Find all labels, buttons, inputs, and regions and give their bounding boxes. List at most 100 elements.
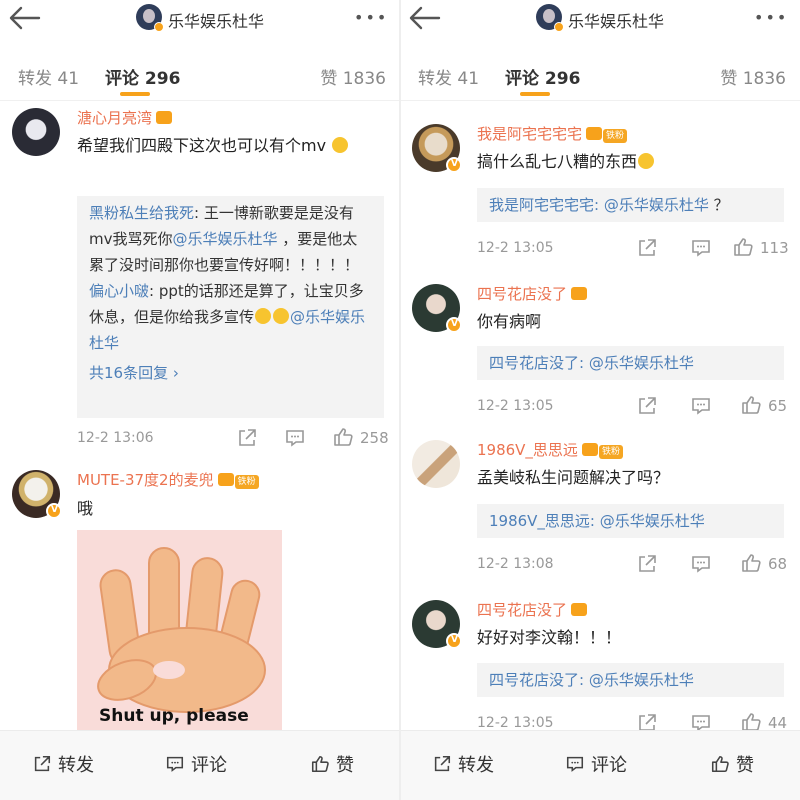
avatar[interactable] (412, 440, 460, 488)
left-screen: 乐华娱乐杜华 ••• 转发 41 评论 296 赞 1836 溏心月亮湾 希望我… (0, 0, 400, 800)
share-icon[interactable] (636, 237, 658, 259)
reply-1[interactable]: 黑粉私生给我死: 王一博新歌要是是没有mv我骂死你@乐华娱乐杜华 ，要是他太累了… (89, 200, 372, 278)
username-text[interactable]: MUTE-37度2的麦兜 (77, 471, 214, 489)
comment-icon[interactable] (284, 427, 306, 449)
repost-label: 转发 (58, 755, 94, 776)
comment-icon[interactable] (690, 395, 712, 417)
tab-likes[interactable]: 赞 1836 (720, 64, 786, 89)
verified-badge-icon (446, 633, 462, 649)
comment-text: 你有病啊 (477, 312, 542, 331)
smile-emoji-icon (273, 308, 290, 324)
comment-username[interactable]: MUTE-37度2的麦兜 铁粉 (77, 469, 259, 490)
repost-button[interactable]: 转发 (32, 751, 94, 777)
like-count: 113 (760, 239, 789, 257)
share-icon[interactable] (236, 427, 258, 449)
quote-mention[interactable]: @乐华娱乐杜华 (589, 671, 694, 689)
ok-hand-icon (97, 547, 266, 713)
comment-username[interactable]: 四号花店没了 (477, 283, 588, 304)
comment-label: 评论 (191, 755, 227, 776)
like-icon (711, 755, 729, 773)
header-title[interactable]: 乐华娱乐杜华 (168, 8, 264, 32)
like-count: 68 (768, 555, 788, 573)
quote-box[interactable]: 四号花店没了: @乐华娱乐杜华 (477, 346, 784, 380)
like-icon (311, 755, 329, 773)
tab-comments[interactable]: 评论 296 (105, 64, 180, 89)
comment-icon[interactable] (690, 553, 712, 575)
like-icon[interactable] (732, 236, 754, 258)
comment-button[interactable]: 评论 (565, 751, 627, 777)
crown-icon (571, 603, 588, 616)
username-text[interactable]: 四号花店没了 (477, 285, 567, 303)
like-button[interactable]: 赞 (310, 751, 354, 777)
comment-username[interactable]: 四号花店没了 (477, 599, 588, 620)
quote-box[interactable]: 我是阿宅宅宅宅: @乐华娱乐杜华 ？ (477, 188, 784, 222)
reply-username[interactable]: 黑粉私生给我死 (89, 204, 194, 222)
crown-icon (156, 111, 173, 124)
back-arrow-icon[interactable] (8, 5, 42, 31)
panel-divider (399, 0, 401, 800)
smile-emoji-icon (255, 308, 272, 324)
like-button[interactable]: 赞 (710, 751, 754, 777)
quote-username[interactable]: 我是阿宅宅宅宅: (489, 196, 599, 214)
comment-icon[interactable] (690, 237, 712, 259)
sticker-caption: Shut up, please (99, 706, 249, 726)
bottom-action-bar: 转发 评论 赞 (400, 730, 800, 800)
fan-badge: 铁粉 (598, 445, 623, 459)
crown-icon (581, 443, 598, 456)
comment-time: 12-2 13:05 (477, 715, 554, 731)
more-icon[interactable]: ••• (354, 8, 388, 27)
header-title[interactable]: 乐华娱乐杜华 (568, 8, 664, 32)
like-icon[interactable] (740, 394, 762, 416)
like-label: 赞 (336, 755, 354, 776)
quote-mention[interactable]: @乐华娱乐杜华 (589, 354, 694, 372)
share-icon[interactable] (636, 553, 658, 575)
quote-mention[interactable]: @乐华娱乐杜华 (600, 512, 705, 530)
reply-2[interactable]: 偏心小啵: ppt的话那还是算了，让宝贝多休息，但是你给我多宣传 @乐华娱乐杜华 (89, 278, 372, 356)
sticker-image[interactable]: Shut up, please (77, 530, 282, 735)
repost-button[interactable]: 转发 (432, 751, 494, 777)
comment-username[interactable]: 我是阿宅宅宅宅 铁粉 (477, 123, 628, 144)
tab-comments[interactable]: 评论 296 (505, 64, 580, 89)
more-icon[interactable]: ••• (754, 8, 788, 27)
avatar[interactable] (12, 108, 60, 156)
comment-username[interactable]: 1986V_思思远 铁粉 (477, 439, 623, 460)
share-icon[interactable] (636, 395, 658, 417)
like-icon[interactable] (332, 426, 354, 448)
like-icon[interactable] (740, 552, 762, 574)
comment-button[interactable]: 评论 (165, 751, 227, 777)
quote-username[interactable]: 四号花店没了: (489, 671, 584, 689)
tab-likes[interactable]: 赞 1836 (320, 64, 386, 89)
username-text[interactable]: 1986V_思思远 (477, 441, 578, 459)
tab-bar: 转发 41 评论 296 赞 1836 (400, 50, 800, 98)
comment-time: 12-2 13:06 (77, 430, 154, 446)
crown-icon (571, 287, 588, 300)
username-text[interactable]: 我是阿宅宅宅宅 (477, 125, 582, 143)
tab-reposts[interactable]: 转发 41 (418, 64, 479, 89)
comment-text-content: 搞什么乱七八糟的东西 (477, 152, 638, 171)
quote-username[interactable]: 1986V_思思远: (489, 512, 595, 530)
quote-username[interactable]: 四号花店没了: (489, 354, 584, 372)
crown-icon (586, 127, 603, 140)
like-count: 65 (768, 397, 788, 415)
more-replies-link[interactable]: 共16条回复 › (89, 360, 372, 386)
quote-mention[interactable]: @乐华娱乐杜华 (604, 196, 709, 214)
tab-reposts[interactable]: 转发 41 (18, 64, 79, 89)
top-bar: 乐华娱乐杜华 ••• (0, 0, 400, 40)
back-arrow-icon[interactable] (408, 5, 442, 31)
bottom-action-bar: 转发 评论 赞 (0, 730, 400, 800)
quote-box[interactable]: 四号花店没了: @乐华娱乐杜华 (477, 663, 784, 697)
reply-mention[interactable]: @乐华娱乐杜华 (173, 230, 278, 248)
reply-box[interactable]: 黑粉私生给我死: 王一博新歌要是是没有mv我骂死你@乐华娱乐杜华 ，要是他太累了… (77, 196, 384, 418)
quote-box[interactable]: 1986V_思思远: @乐华娱乐杜华 (477, 504, 784, 538)
fan-badge: 铁粉 (234, 475, 259, 489)
comment-icon (166, 756, 184, 772)
comment-username[interactable]: 溏心月亮湾 (77, 107, 173, 128)
username-text[interactable]: 溏心月亮湾 (77, 109, 152, 127)
verified-badge-icon (446, 157, 462, 173)
share-icon (434, 755, 451, 772)
top-bar: 乐华娱乐杜华 ••• (400, 0, 800, 40)
verified-badge-icon (46, 503, 62, 519)
comment-text: 希望我们四殿下这次也可以有个mv (77, 133, 382, 159)
reply-username[interactable]: 偏心小啵 (89, 282, 149, 300)
username-text[interactable]: 四号花店没了 (477, 601, 567, 619)
